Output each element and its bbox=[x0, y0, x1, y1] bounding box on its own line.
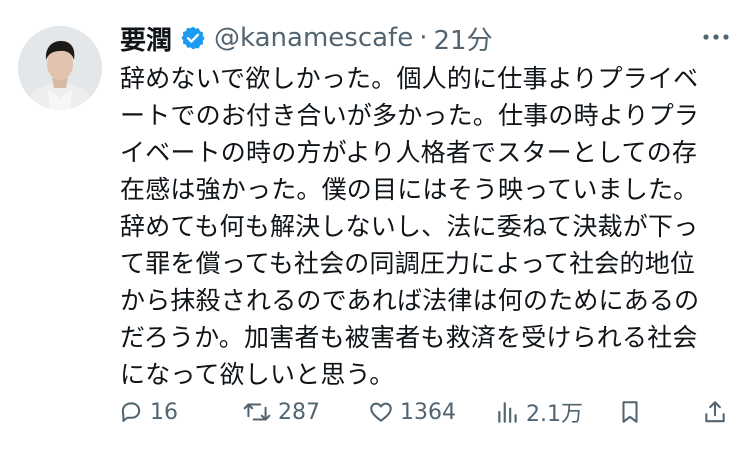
user-handle[interactable]: @kanamescafe bbox=[214, 23, 413, 53]
tweet-text-line: から抹殺されるのであれば法律は何のためにあるの bbox=[120, 286, 700, 315]
retweet-count: 287 bbox=[278, 399, 320, 425]
like-count: 1364 bbox=[400, 399, 456, 425]
share-button[interactable] bbox=[703, 392, 733, 432]
retweet-icon bbox=[242, 399, 278, 425]
tweet-text-line: だろうか。加害者も被害者も救済を受けられる社会 bbox=[120, 323, 698, 352]
views-count: 2.1万 bbox=[526, 402, 583, 427]
views-chart-icon bbox=[496, 399, 526, 425]
action-bar: 16 287 1364 2.1万 bbox=[0, 392, 750, 432]
bookmark-icon bbox=[618, 399, 648, 425]
heart-icon bbox=[368, 399, 400, 425]
tweet-header: 要潤 @kanamescafe · 21分 bbox=[120, 18, 493, 58]
more-horizontal-icon[interactable] bbox=[698, 22, 734, 52]
separator-dot: · bbox=[419, 23, 428, 53]
avatar[interactable] bbox=[18, 26, 102, 110]
verified-badge-icon bbox=[180, 25, 206, 51]
share-icon bbox=[703, 399, 733, 425]
reply-button[interactable]: 16 bbox=[118, 392, 178, 432]
tweet-text-line: ートでのお付き合いが多かった。仕事の時よりプラ bbox=[120, 101, 700, 130]
tweet-text-line: イベートの時の方がより人格者でスターとしての存 bbox=[120, 138, 698, 167]
tweet-text-line: になって欲しいと思う。 bbox=[120, 360, 395, 389]
timestamp[interactable]: 21分 bbox=[433, 20, 492, 57]
tweet-text-line: て罪を償っても社会の同調圧力によって社会的地位 bbox=[120, 249, 696, 278]
tweet-text-line: 在感は強かった。僕の目にはそう映っていました。 bbox=[120, 175, 699, 204]
reply-icon bbox=[118, 399, 150, 425]
tweet-text: 辞めないで欲しかった。個人的に仕事よりプライベ ートでのお付き合いが多かった。仕… bbox=[120, 60, 720, 393]
display-name[interactable]: 要潤 bbox=[120, 20, 172, 57]
views-button[interactable]: 2.1万 bbox=[496, 392, 583, 432]
like-button[interactable]: 1364 bbox=[368, 392, 456, 432]
tweet-text-line: 辞めないで欲しかった。個人的に仕事よりプライベ bbox=[120, 64, 699, 93]
tweet: 要潤 @kanamescafe · 21分 辞めないで欲しかった。個人的に仕事よ… bbox=[0, 0, 750, 450]
tweet-text-line: 辞めても何も解決しないし、法に委ねて決裁が下っ bbox=[120, 212, 699, 241]
retweet-button[interactable]: 287 bbox=[242, 392, 320, 432]
bookmark-button[interactable] bbox=[618, 392, 648, 432]
reply-count: 16 bbox=[150, 399, 178, 425]
